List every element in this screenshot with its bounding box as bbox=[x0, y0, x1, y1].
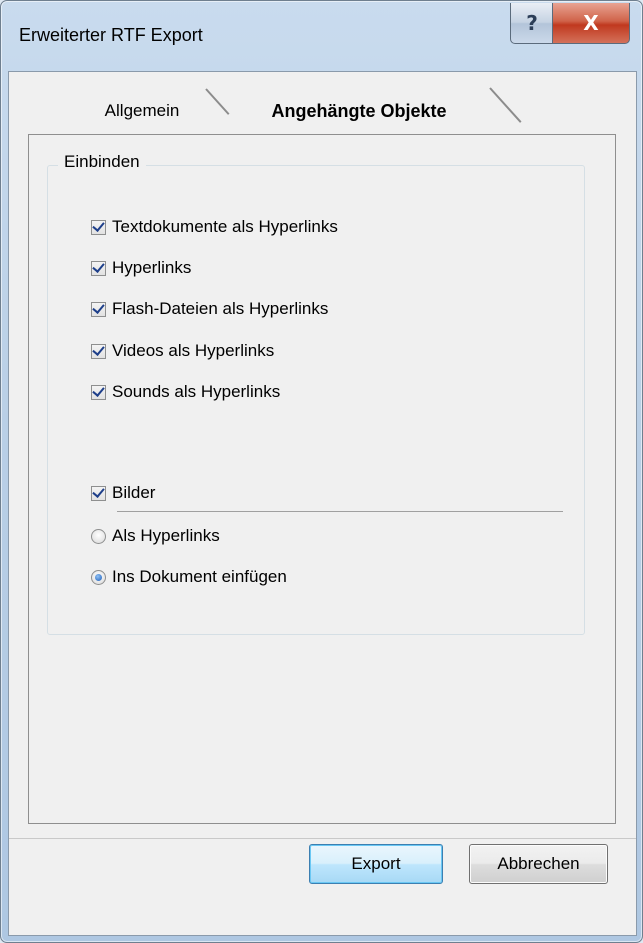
radio-icon[interactable] bbox=[91, 569, 106, 585]
checkmark-icon bbox=[92, 343, 105, 356]
radio-label: Ins Dokument einfügen bbox=[112, 567, 287, 586]
radio-icon[interactable] bbox=[91, 528, 106, 544]
close-icon: X bbox=[583, 11, 599, 35]
tab-allgemein[interactable]: Allgemein bbox=[67, 90, 217, 132]
cancel-button[interactable]: Abbrechen bbox=[469, 844, 608, 884]
checkbox-icon[interactable] bbox=[91, 260, 106, 276]
dialog-window: Erweiterter RTF Export ? X Allgemein Ang… bbox=[0, 0, 643, 943]
dialog-client-area: Allgemein Angehängte Objekte Einbinden T… bbox=[8, 71, 637, 936]
checkbox-bilder[interactable]: Bilder bbox=[91, 482, 155, 504]
help-icon: ? bbox=[526, 11, 538, 35]
radio-label: Als Hyperlinks bbox=[112, 526, 220, 545]
window-title: Erweiterter RTF Export bbox=[19, 25, 203, 45]
checkmark-icon bbox=[92, 260, 105, 273]
radio-selected-dot-icon bbox=[95, 573, 102, 581]
group-separator bbox=[117, 511, 563, 512]
checkbox-icon[interactable] bbox=[91, 384, 106, 400]
radio-als-hyperlinks[interactable]: Als Hyperlinks bbox=[91, 525, 220, 547]
checkbox-icon[interactable] bbox=[91, 343, 106, 359]
checkbox-label: Textdokumente als Hyperlinks bbox=[112, 217, 338, 236]
checkbox-label: Videos als Hyperlinks bbox=[112, 341, 275, 360]
checkbox-label: Sounds als Hyperlinks bbox=[112, 382, 281, 401]
group-title: Einbinden bbox=[58, 152, 146, 172]
checkbox-label: Hyperlinks bbox=[112, 258, 192, 277]
checkmark-icon bbox=[92, 485, 105, 498]
checkbox-icon[interactable] bbox=[91, 301, 106, 317]
checkbox-textdokumente[interactable]: Textdokumente als Hyperlinks bbox=[91, 216, 338, 238]
footer-separator bbox=[9, 838, 636, 839]
checkbox-sounds[interactable]: Sounds als Hyperlinks bbox=[91, 381, 280, 403]
export-button[interactable]: Export bbox=[309, 844, 443, 884]
checkbox-icon[interactable] bbox=[91, 219, 106, 235]
checkbox-label: Flash-Dateien als Hyperlinks bbox=[112, 299, 329, 318]
checkbox-flash-dateien[interactable]: Flash-Dateien als Hyperlinks bbox=[91, 298, 328, 320]
checkbox-hyperlinks[interactable]: Hyperlinks bbox=[91, 257, 191, 279]
checkbox-label: Bilder bbox=[112, 483, 156, 502]
title-bar[interactable]: Erweiterter RTF Export ? X bbox=[1, 1, 643, 71]
tab-allgemein-label: Allgemein bbox=[104, 101, 180, 120]
checkbox-videos[interactable]: Videos als Hyperlinks bbox=[91, 340, 274, 362]
checkmark-icon bbox=[92, 219, 105, 232]
help-button[interactable]: ? bbox=[510, 3, 554, 44]
tab-angehaengte-objekte-label: Angehängte Objekte bbox=[271, 100, 447, 121]
tab-angehaengte-objekte[interactable]: Angehängte Objekte bbox=[219, 90, 499, 132]
checkmark-icon bbox=[92, 384, 105, 397]
radio-ins-dokument[interactable]: Ins Dokument einfügen bbox=[91, 566, 287, 588]
checkbox-icon[interactable] bbox=[91, 485, 106, 501]
checkmark-icon bbox=[92, 301, 105, 314]
close-button[interactable]: X bbox=[552, 3, 630, 44]
